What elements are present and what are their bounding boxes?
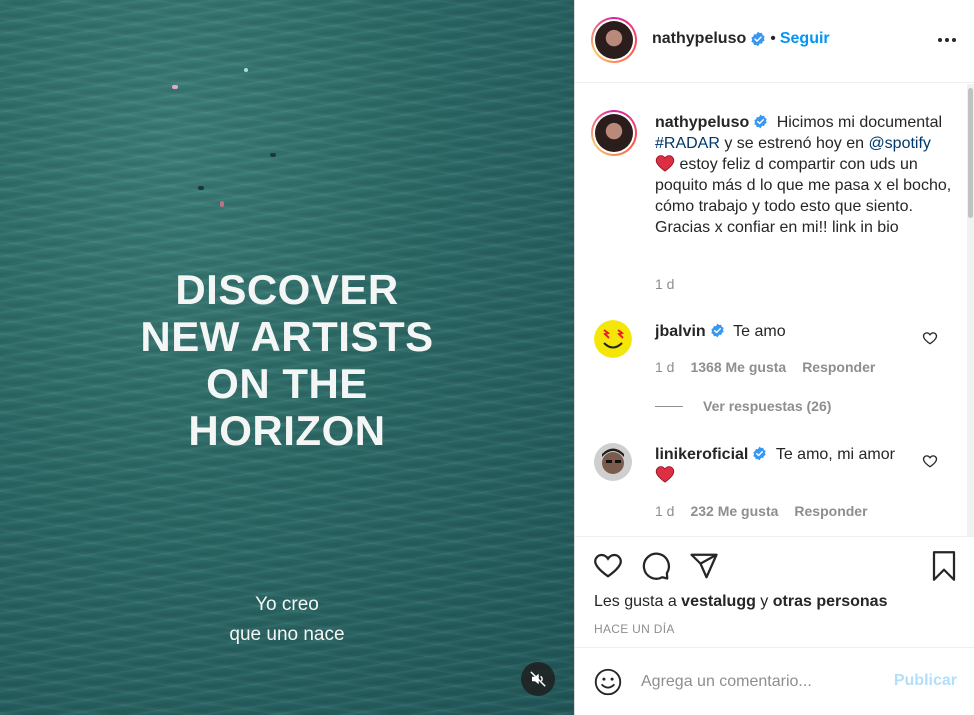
- likes-conjunction: y: [755, 593, 773, 610]
- smiley-avatar-icon: [594, 320, 632, 358]
- comment-meta: 1 d 1368 Me gusta Responder: [655, 359, 875, 375]
- avatar[interactable]: [594, 443, 632, 481]
- view-replies-button[interactable]: Ver respuestas (26): [655, 398, 831, 414]
- view-replies-label: Ver respuestas (26): [703, 398, 832, 414]
- follow-button[interactable]: Seguir: [780, 30, 830, 48]
- verified-badge-icon: [711, 323, 724, 338]
- comment-text: Te amo: [733, 323, 786, 340]
- publish-button[interactable]: Publicar: [894, 672, 957, 690]
- comment-text: Te amo, mi amor: [775, 446, 895, 463]
- comments-list[interactable]: nathypeluso Hicimos mi documental #RADAR…: [575, 84, 974, 536]
- comment-composer: Publicar: [575, 647, 974, 715]
- like-heart-icon[interactable]: [593, 551, 623, 579]
- likes-others-link[interactable]: otras personas: [773, 593, 888, 610]
- post-side-panel: nathypeluso • Seguir nathypeluso Hicimos…: [575, 0, 974, 715]
- headline-line: HORIZON: [188, 407, 386, 454]
- likes-prefix: Les gusta a: [594, 593, 682, 610]
- comment-body: jbalvin Te amo: [655, 321, 915, 342]
- comment-username[interactable]: jbalvin: [655, 323, 706, 340]
- video-subtitle: Yo creo que uno nace: [0, 590, 574, 650]
- user-photo-icon: [594, 443, 632, 481]
- caption-text: Hicimos mi documental: [776, 114, 943, 131]
- caption-text: estoy feliz d compartir con uds un poqui…: [655, 156, 952, 236]
- emoji-icon[interactable]: [594, 668, 622, 696]
- post-video[interactable]: DISCOVER NEW ARTISTS ON THE HORIZON Yo c…: [0, 0, 574, 715]
- verified-badge-icon: [754, 114, 767, 129]
- save-bookmark-icon[interactable]: [930, 551, 958, 581]
- post-actions: Les gusta a vestalugg y otras personas H…: [575, 536, 974, 647]
- comment-time: 1 d: [655, 503, 675, 519]
- red-heart-emoji-icon: [655, 466, 675, 483]
- comments-scrollbar[interactable]: [967, 84, 974, 536]
- reply-button[interactable]: Responder: [794, 503, 867, 519]
- caption-time: 1 d: [655, 276, 675, 292]
- headline-line: ON THE: [206, 360, 368, 407]
- comment-body: linikeroficial Te amo, mi amor: [655, 444, 915, 486]
- comment-username[interactable]: linikeroficial: [655, 446, 748, 463]
- verified-badge-icon: [751, 31, 765, 47]
- likes-user-link[interactable]: vestalugg: [681, 593, 756, 610]
- post-header: nathypeluso • Seguir: [575, 0, 974, 83]
- mute-button[interactable]: [521, 662, 555, 696]
- comment-input[interactable]: [641, 668, 881, 696]
- post-time-ago: HACE UN DÍA: [594, 622, 675, 636]
- like-comment-heart-icon[interactable]: [922, 331, 938, 345]
- avatar[interactable]: [594, 320, 632, 358]
- water-speck: [244, 68, 248, 72]
- subtitle-line: que uno nace: [229, 624, 345, 645]
- verified-badge-icon: [753, 446, 767, 461]
- header-separator: •: [770, 30, 776, 47]
- comment-likes[interactable]: 1368 Me gusta: [690, 359, 786, 375]
- water-speck: [220, 201, 224, 207]
- water-speck: [198, 186, 204, 190]
- mention-link[interactable]: @spotify: [868, 135, 930, 152]
- red-heart-emoji-icon: [655, 155, 675, 172]
- water-speck: [270, 153, 276, 157]
- hashtag-link[interactable]: #RADAR: [655, 135, 720, 152]
- comment-bubble-icon[interactable]: [641, 551, 671, 581]
- headline-line: NEW ARTISTS: [140, 313, 434, 360]
- muted-speaker-icon: [530, 671, 546, 687]
- comment-meta: 1 d 232 Me gusta Responder: [655, 503, 868, 519]
- headline-line: DISCOVER: [175, 266, 399, 313]
- ellipsis-icon[interactable]: [938, 38, 956, 42]
- subtitle-line: Yo creo: [255, 594, 319, 615]
- comment-time: 1 d: [655, 359, 675, 375]
- comment-likes[interactable]: 232 Me gusta: [690, 503, 778, 519]
- header-username[interactable]: nathypeluso: [652, 30, 746, 48]
- like-comment-heart-icon[interactable]: [922, 454, 938, 468]
- caption-username[interactable]: nathypeluso: [655, 114, 749, 131]
- reply-button[interactable]: Responder: [802, 359, 875, 375]
- avatar[interactable]: [591, 17, 637, 63]
- caption-text: y se estrenó hoy en: [719, 135, 869, 152]
- likes-summary: Les gusta a vestalugg y otras personas: [594, 593, 887, 611]
- avatar[interactable]: [591, 110, 637, 156]
- water-speck: [172, 85, 178, 89]
- video-headline: DISCOVER NEW ARTISTS ON THE HORIZON: [0, 266, 574, 454]
- post-caption: nathypeluso Hicimos mi documental #RADAR…: [655, 112, 955, 238]
- share-send-icon[interactable]: [689, 551, 719, 581]
